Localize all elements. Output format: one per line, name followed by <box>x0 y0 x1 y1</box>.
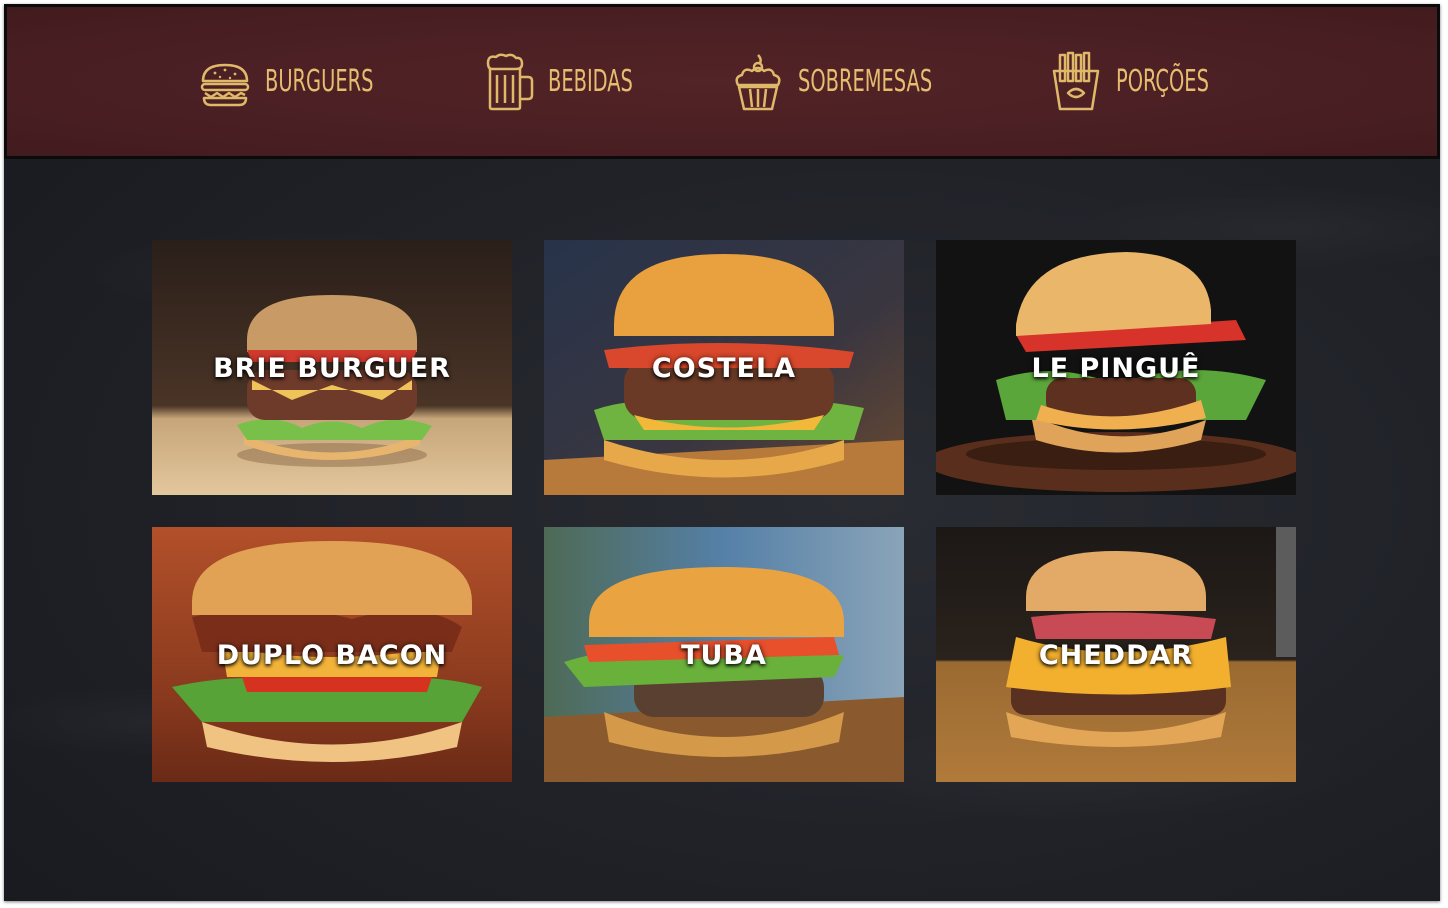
product-name: COSTELA <box>651 353 797 384</box>
beer-mug-icon <box>486 52 533 110</box>
product-name: TUBA <box>681 640 767 671</box>
product-grid: BRIE BURGUER COSTELA LE PINGUÊ DUPLO BAC… <box>152 240 1296 782</box>
nav-label: BURGUERS <box>265 64 374 99</box>
product-name: CHEDDAR <box>1038 640 1194 671</box>
product-name: DUPLO BACON <box>216 640 448 671</box>
fries-icon <box>1052 51 1100 110</box>
product-name: LE PINGUÊ <box>1031 353 1201 384</box>
product-name: BRIE BURGUER <box>213 353 451 384</box>
product-card[interactable]: DUPLO BACON <box>152 527 512 782</box>
nav-label: PORÇÕES <box>1115 64 1209 99</box>
nav-label: SOBREMESAS <box>797 64 932 99</box>
cupcake-icon <box>735 53 781 110</box>
nav-item-burguers[interactable]: BURGUERS <box>199 51 416 113</box>
page-frame: BURGUERS BEBIDAS SOBREMESAS PORÇÕES BRIE… <box>4 4 1440 901</box>
nav-item-bebidas[interactable]: BEBIDAS <box>482 51 666 113</box>
nav-item-sobremesas[interactable]: SOBREMESAS <box>732 51 984 113</box>
product-card[interactable]: TUBA <box>544 527 904 782</box>
product-card[interactable]: BRIE BURGUER <box>152 240 512 495</box>
burger-icon <box>200 63 250 106</box>
nav-item-porcoes[interactable]: PORÇÕES <box>1050 51 1245 113</box>
nav-label: BEBIDAS <box>547 64 633 99</box>
product-card[interactable]: COSTELA <box>544 240 904 495</box>
product-card[interactable]: CHEDDAR <box>936 527 1296 782</box>
product-card[interactable]: LE PINGUÊ <box>936 240 1296 495</box>
top-navbar: BURGUERS BEBIDAS SOBREMESAS PORÇÕES <box>4 4 1440 159</box>
